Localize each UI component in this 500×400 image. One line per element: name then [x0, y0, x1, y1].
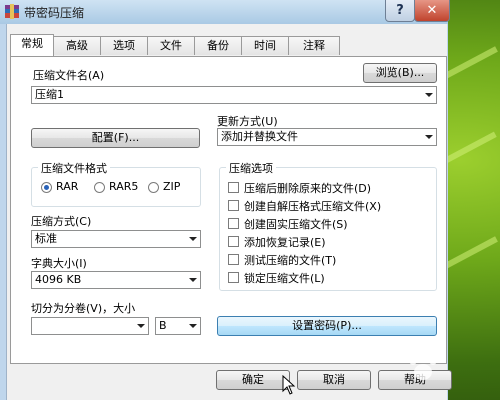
format-rar5-label: RAR5: [109, 180, 139, 193]
sfx-checkbox[interactable]: [228, 200, 239, 211]
set-password-button[interactable]: 设置密码(P)...: [217, 316, 437, 336]
split-unit-value: B: [159, 319, 167, 332]
recovery-record-checkbox[interactable]: [228, 236, 239, 247]
chevron-down-icon[interactable]: [189, 324, 197, 328]
archive-name-value: 压缩1: [35, 88, 64, 101]
archive-name-input[interactable]: 压缩1: [31, 86, 437, 104]
split-size-input[interactable]: [31, 317, 149, 335]
tab-advanced[interactable]: 高级: [53, 36, 101, 55]
sfx-label: 创建自解压格式压缩文件(X): [244, 200, 382, 213]
update-mode-select[interactable]: 添加并替换文件: [217, 128, 437, 146]
profiles-button[interactable]: 配置(F)...: [31, 128, 200, 148]
archive-options-title: 压缩选项: [226, 160, 276, 176]
archive-format-group: 压缩文件格式 RAR RAR5 ZIP: [31, 160, 201, 207]
recovery-record-label: 添加恢复记录(E): [244, 236, 326, 249]
chevron-down-icon[interactable]: [425, 135, 433, 139]
cancel-button[interactable]: 取消: [297, 370, 371, 390]
archive-name-label: 压缩文件名(A): [33, 69, 105, 82]
split-label: 切分为分卷(V)，大小: [31, 302, 136, 315]
lock-archive-checkbox[interactable]: [228, 272, 239, 283]
test-files-label: 测试压缩的文件(T): [244, 254, 337, 267]
close-button[interactable]: ✕: [414, 0, 450, 22]
update-mode-value: 添加并替换文件: [221, 130, 298, 143]
winrar-icon: [5, 4, 19, 19]
ok-button[interactable]: 确定: [216, 370, 290, 390]
tab-time[interactable]: 时间: [241, 36, 289, 55]
format-zip-label: ZIP: [163, 180, 181, 193]
archive-options-group: 压缩选项 压缩后删除原来的文件(D) 创建自解压格式压缩文件(X) 创建固实压缩…: [219, 160, 437, 291]
tab-general[interactable]: 常规: [10, 34, 54, 56]
archive-format-title: 压缩文件格式: [38, 160, 110, 176]
delete-after-checkbox[interactable]: [228, 182, 239, 193]
tab-options[interactable]: 选项: [100, 36, 148, 55]
delete-after-label: 压缩后删除原来的文件(D): [244, 182, 372, 195]
method-select[interactable]: 标准: [31, 230, 201, 248]
solid-label: 创建固实压缩文件(S): [244, 218, 348, 231]
watermark-text: Bai 经验: [402, 344, 441, 355]
format-rar5-radio[interactable]: [94, 182, 105, 193]
archive-dialog: 带密码压缩 ? ✕ 常规 高级 选项 文件 备份 时间 注释 压缩文件名(A) …: [0, 0, 452, 400]
tab-comment[interactable]: 注释: [288, 36, 340, 55]
chevron-down-icon[interactable]: [137, 324, 145, 328]
browse-button[interactable]: 浏览(B)...: [363, 63, 437, 83]
lock-archive-label: 锁定压缩文件(L): [244, 272, 325, 285]
chevron-down-icon[interactable]: [425, 93, 433, 97]
tab-files[interactable]: 文件: [147, 36, 195, 55]
mouse-cursor-icon: [282, 375, 296, 395]
baidu-paw-icon: [409, 352, 437, 380]
format-rar-label: RAR: [56, 180, 79, 193]
chevron-down-icon[interactable]: [189, 278, 197, 282]
chevron-down-icon[interactable]: [189, 237, 197, 241]
method-label: 压缩方式(C): [31, 215, 92, 228]
test-files-checkbox[interactable]: [228, 254, 239, 265]
tab-backup[interactable]: 备份: [194, 36, 242, 55]
format-zip-radio[interactable]: [148, 182, 159, 193]
background-streak: [442, 46, 498, 80]
dictionary-label: 字典大小(I): [31, 257, 87, 270]
dictionary-select[interactable]: 4096 KB: [31, 271, 201, 289]
solid-checkbox[interactable]: [228, 218, 239, 229]
title-bar[interactable]: 带密码压缩 ? ✕: [0, 0, 450, 25]
update-mode-label: 更新方式(U): [217, 115, 278, 128]
general-tab-panel: 压缩文件名(A) 浏览(B)... 压缩1 配置(F)... 更新方式(U) 添…: [10, 56, 447, 364]
dictionary-value: 4096 KB: [35, 273, 82, 286]
background-streak: [442, 236, 498, 270]
split-unit-select[interactable]: B: [155, 317, 201, 335]
window-title: 带密码压缩: [24, 6, 85, 20]
title-help-button[interactable]: ?: [385, 0, 415, 22]
format-rar-radio[interactable]: [41, 182, 52, 193]
method-value: 标准: [35, 232, 57, 245]
